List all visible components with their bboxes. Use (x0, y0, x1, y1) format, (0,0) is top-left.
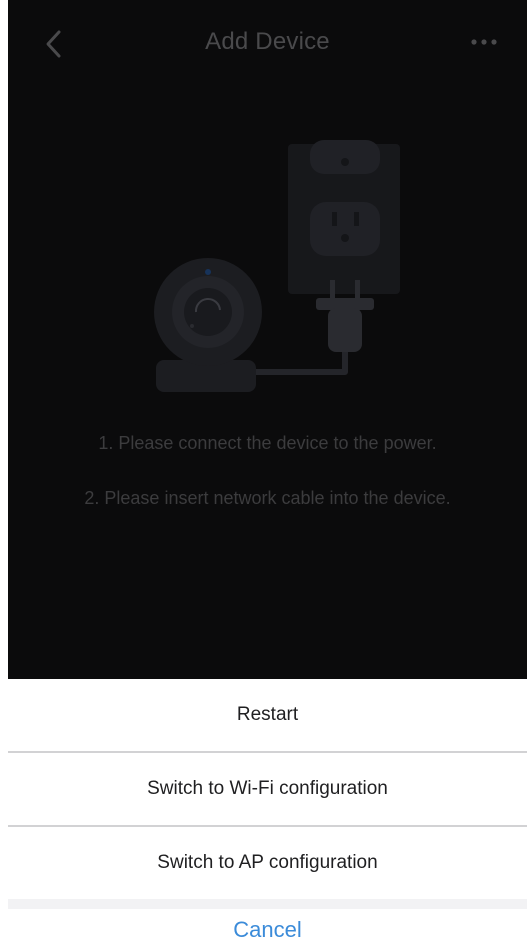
screen: Add Device 1. Please connect the device … (0, 0, 527, 951)
camera-icon (154, 258, 262, 392)
camera-power-illustration (154, 140, 400, 392)
more-button[interactable] (466, 30, 502, 54)
page-title: Add Device (205, 28, 330, 55)
restart-button[interactable]: Restart (8, 679, 527, 751)
switch-to-ap-config-button[interactable]: Switch to AP configuration (8, 827, 527, 899)
instruction-step-1: 1. Please connect the device to the powe… (98, 433, 437, 453)
add-device-page-dimmed: Add Device 1. Please connect the device … (8, 0, 527, 679)
power-outlet-icon (288, 140, 400, 294)
cancel-button[interactable]: Cancel (8, 909, 527, 951)
action-sheet-separator (8, 899, 527, 909)
instruction-step-2: 2. Please insert network cable into the … (84, 488, 451, 508)
nav-bar: Add Device (8, 0, 527, 90)
switch-to-wifi-config-button[interactable]: Switch to Wi-Fi configuration (8, 753, 527, 825)
more-horizontal-icon (471, 39, 497, 45)
